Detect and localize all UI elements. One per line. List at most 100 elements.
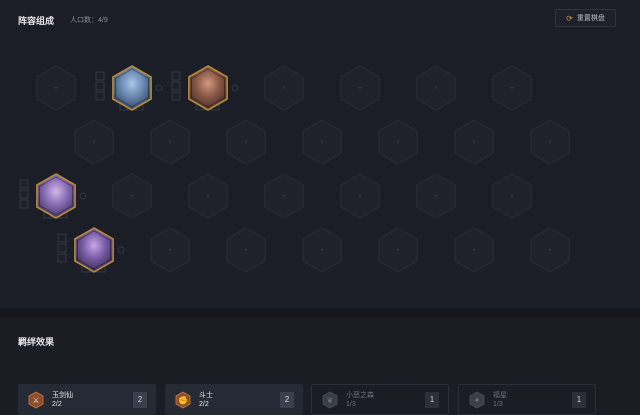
board-slot[interactable]: + bbox=[340, 173, 380, 219]
board-slot[interactable]: + bbox=[378, 227, 418, 273]
svg-text:+: + bbox=[282, 86, 286, 92]
item-slot[interactable] bbox=[171, 81, 181, 91]
item-slot[interactable] bbox=[19, 189, 29, 199]
svg-text:+: + bbox=[510, 194, 514, 200]
board-slot[interactable]: + bbox=[226, 119, 266, 165]
svg-text:+: + bbox=[434, 194, 438, 200]
champion-2[interactable] bbox=[171, 65, 239, 111]
board-slot[interactable]: + bbox=[530, 227, 570, 273]
item-slot[interactable] bbox=[171, 91, 181, 101]
svg-text:✊: ✊ bbox=[178, 396, 188, 405]
board-slot[interactable]: + bbox=[492, 173, 532, 219]
board-slot[interactable]: + bbox=[454, 119, 494, 165]
trait-count: 1/3 bbox=[346, 400, 356, 408]
board-slot[interactable]: + bbox=[226, 227, 266, 273]
unit-menu-icon[interactable] bbox=[117, 246, 125, 254]
item-slot[interactable] bbox=[95, 71, 105, 81]
board-slot[interactable]: + bbox=[340, 65, 380, 111]
trait-card[interactable]: ✊ 斗士 2/2 2 bbox=[165, 384, 303, 415]
trait-text: 小恶之森 1/3 bbox=[346, 391, 425, 409]
svg-text:+: + bbox=[244, 248, 248, 254]
section-divider bbox=[0, 308, 640, 318]
svg-text:+: + bbox=[548, 140, 552, 146]
svg-text:+: + bbox=[472, 140, 476, 146]
board-panel: + + + + + + + + + + + + + + + + + + + + + + + + 阵容组成 人口数：4/9 ⟳ … bbox=[0, 0, 640, 308]
trait-card[interactable]: ❦ 小恶之森 1/3 1 bbox=[311, 384, 449, 415]
svg-text:+: + bbox=[92, 140, 96, 146]
unit-menu-icon[interactable] bbox=[155, 84, 163, 92]
board-slot[interactable]: + bbox=[530, 119, 570, 165]
svg-text:+: + bbox=[130, 194, 134, 200]
champion-4[interactable] bbox=[57, 227, 125, 273]
board-slot[interactable]: + bbox=[492, 65, 532, 111]
svg-text:❦: ❦ bbox=[327, 396, 334, 405]
svg-text:+: + bbox=[168, 140, 172, 146]
board-slot[interactable]: + bbox=[264, 65, 304, 111]
svg-text:+: + bbox=[510, 86, 514, 92]
reset-board-button[interactable]: ⟳ 重置棋盘 bbox=[555, 9, 616, 27]
trait-level-badge: 2 bbox=[133, 391, 147, 408]
board-slot[interactable]: + bbox=[416, 65, 456, 111]
reset-board-label: 重置棋盘 bbox=[576, 15, 605, 22]
refresh-icon: ⟳ bbox=[566, 13, 573, 23]
svg-text:+: + bbox=[358, 194, 362, 200]
trait-name: 斗士 bbox=[199, 391, 213, 399]
svg-text:+: + bbox=[472, 248, 476, 254]
trait-count: 2/2 bbox=[199, 400, 209, 408]
trait-name: 玉剑仙 bbox=[52, 391, 73, 399]
svg-text:+: + bbox=[320, 140, 324, 146]
item-slot[interactable] bbox=[57, 243, 67, 253]
svg-text:✦: ✦ bbox=[474, 396, 481, 405]
board-slot[interactable]: + bbox=[112, 173, 152, 219]
board-slot[interactable]: + bbox=[264, 173, 304, 219]
bonds-panel: 羁绊效果 ⚔ 玉剑仙 2/2 2 ✊ 斗士 2/2 2 ❦ 小恶之森 1/3 1 ✦ 福星 1/3 1 bbox=[0, 318, 640, 415]
trait-count: 2/2 bbox=[52, 400, 62, 408]
item-slot[interactable] bbox=[95, 91, 105, 101]
board-slot[interactable]: + bbox=[302, 119, 342, 165]
brawler-icon: ✊ bbox=[174, 391, 192, 409]
item-slot[interactable] bbox=[171, 71, 181, 81]
svg-text:+: + bbox=[320, 248, 324, 254]
svg-text:+: + bbox=[244, 140, 248, 146]
item-slot[interactable] bbox=[95, 81, 105, 91]
trait-text: 福星 1/3 bbox=[493, 391, 572, 409]
page-title: 阵容组成 bbox=[18, 16, 55, 26]
trait-card[interactable]: ✦ 福星 1/3 1 bbox=[458, 384, 596, 415]
board-slot[interactable]: + bbox=[36, 65, 76, 111]
trait-name: 小恶之森 bbox=[346, 391, 374, 399]
champion-3[interactable] bbox=[19, 173, 87, 219]
board-slot[interactable]: + bbox=[378, 119, 418, 165]
item-slot[interactable] bbox=[57, 253, 67, 263]
svg-text:+: + bbox=[206, 194, 210, 200]
board-slot[interactable]: + bbox=[454, 227, 494, 273]
board-slot[interactable]: + bbox=[188, 173, 228, 219]
hex-board: + + + + + + + + + + + + + + + + + + + + + + + + bbox=[19, 65, 570, 273]
board-slot[interactable]: + bbox=[150, 119, 190, 165]
jade-sword-icon: ⚔ bbox=[27, 391, 45, 409]
fortune-icon: ✦ bbox=[468, 391, 486, 409]
champion-1[interactable] bbox=[95, 65, 163, 111]
svg-text:+: + bbox=[434, 86, 438, 92]
trait-count: 1/3 bbox=[493, 400, 503, 408]
board-slot[interactable]: + bbox=[74, 119, 114, 165]
board-slot[interactable]: + bbox=[416, 173, 456, 219]
svg-text:+: + bbox=[358, 86, 362, 92]
svg-text:+: + bbox=[54, 86, 58, 92]
item-slot[interactable] bbox=[19, 199, 29, 209]
board-slot[interactable]: + bbox=[150, 227, 190, 273]
svg-text:+: + bbox=[548, 248, 552, 254]
trait-text: 斗士 2/2 bbox=[199, 391, 280, 409]
trait-level-badge: 2 bbox=[280, 391, 294, 408]
unit-menu-icon[interactable] bbox=[79, 192, 87, 200]
svg-text:+: + bbox=[282, 194, 286, 200]
trait-level-badge: 1 bbox=[572, 391, 586, 408]
board-slot[interactable]: + bbox=[302, 227, 342, 273]
item-slot[interactable] bbox=[57, 233, 67, 243]
bonds-title: 羁绊效果 bbox=[18, 337, 55, 347]
trait-card[interactable]: ⚔ 玉剑仙 2/2 2 bbox=[18, 384, 156, 415]
svg-text:+: + bbox=[396, 248, 400, 254]
trait-name: 福星 bbox=[493, 391, 507, 399]
item-slot[interactable] bbox=[19, 179, 29, 189]
trait-level-badge: 1 bbox=[425, 391, 439, 408]
unit-menu-icon[interactable] bbox=[231, 84, 239, 92]
